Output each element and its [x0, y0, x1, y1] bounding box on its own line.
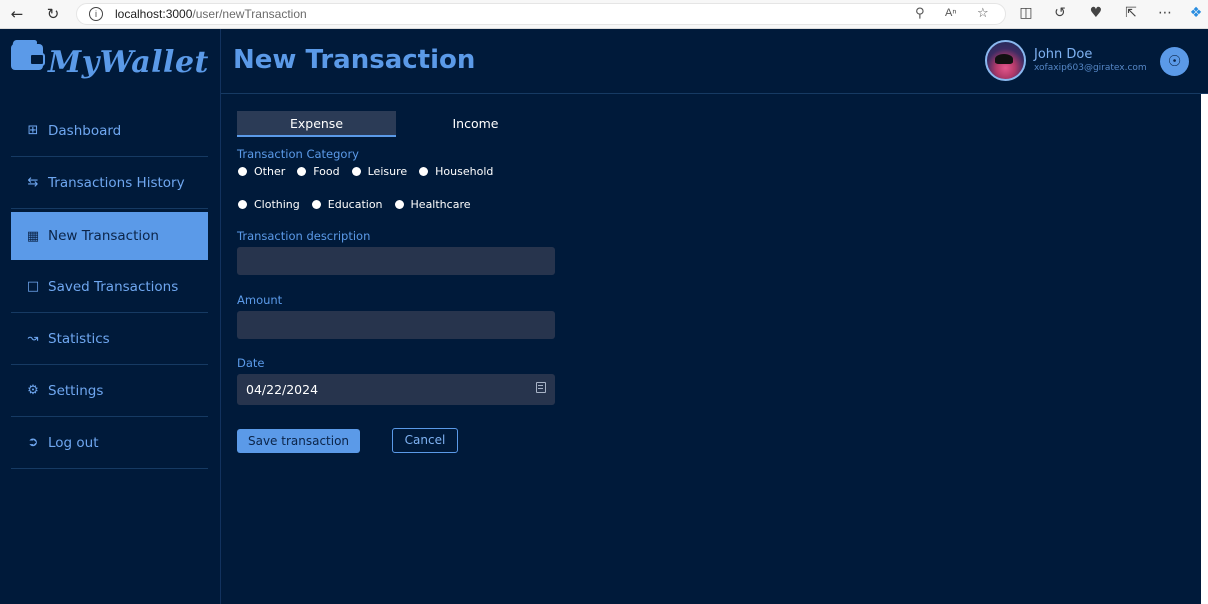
date-input[interactable]: 04/22/2024: [237, 374, 555, 405]
date-value: 04/22/2024: [246, 382, 319, 397]
arrows-exchange-icon: ⇆: [27, 175, 39, 190]
sidebar-item-statistics[interactable]: ↝ Statistics: [11, 313, 208, 365]
description-input[interactable]: [237, 247, 555, 275]
radio-leisure[interactable]: Leisure: [351, 165, 408, 178]
page-header: New Transaction John Doe xofaxip603@gira…: [221, 29, 1208, 94]
radio-education[interactable]: Education: [311, 198, 383, 211]
scrollbar[interactable]: [1201, 94, 1208, 604]
amount-input[interactable]: [237, 311, 555, 339]
radio-button[interactable]: [311, 200, 321, 209]
sidebar-item-label: Statistics: [48, 330, 110, 347]
radio-label: Household: [435, 165, 494, 178]
sidebar-item-logout[interactable]: ➲ Log out: [11, 417, 208, 469]
calendar-plus-icon: ▦: [26, 228, 40, 244]
wallet-icon: [11, 44, 45, 70]
share-icon[interactable]: ⇱: [1121, 5, 1141, 21]
radio-label: Education: [327, 198, 383, 211]
cancel-button[interactable]: Cancel: [392, 428, 458, 453]
avatar[interactable]: [985, 40, 1026, 81]
radio-label: Clothing: [254, 198, 300, 211]
bookmark-icon: □: [26, 279, 40, 294]
split-screen-icon[interactable]: ◫: [1016, 5, 1036, 21]
sidebar-item-transactions-history[interactable]: ⇆ Transactions History: [11, 157, 208, 209]
theme-toggle-button[interactable]: ☉: [1160, 47, 1189, 76]
amount-label: Amount: [237, 293, 283, 307]
category-radio-row: Clothing Education Healthcare: [238, 198, 483, 211]
radio-button[interactable]: [238, 200, 247, 209]
user-email: xofaxip603@giratex.com: [1034, 63, 1147, 73]
sidebar: MyWallet ⊞ Dashboard ⇆ Transactions Hist…: [0, 29, 221, 604]
read-aloud-icon[interactable]: Aⁿ: [945, 7, 956, 19]
copilot-icon[interactable]: ❖: [1186, 5, 1206, 21]
sidebar-item-label: Log out: [48, 434, 99, 451]
sidebar-item-label: Transactions History: [48, 174, 185, 191]
radio-button[interactable]: [238, 167, 247, 176]
browser-toolbar: ← ↻ i localhost:3000/user/newTransaction…: [0, 0, 1208, 29]
radio-household[interactable]: Household: [419, 165, 493, 178]
lightbulb-icon: ☉: [1167, 52, 1182, 70]
sidebar-item-saved-transactions[interactable]: □ Saved Transactions: [11, 261, 208, 313]
key-icon[interactable]: ⚲: [915, 6, 925, 21]
history-icon[interactable]: ↺: [1050, 5, 1070, 21]
date-label: Date: [237, 356, 265, 370]
page-title: New Transaction: [233, 45, 476, 75]
sidebar-item-dashboard[interactable]: ⊞ Dashboard: [11, 105, 208, 157]
tab-expense[interactable]: Expense: [237, 111, 396, 137]
radio-button[interactable]: [394, 200, 404, 209]
radio-button[interactable]: [419, 167, 429, 176]
url-text[interactable]: localhost:3000/user/newTransaction: [115, 7, 307, 21]
category-label: Transaction Category: [237, 147, 359, 161]
radio-label: Other: [254, 165, 286, 178]
sidebar-item-settings[interactable]: ⚙ Settings: [11, 365, 208, 417]
favorite-star-icon[interactable]: ☆: [977, 6, 989, 21]
logout-icon: ➲: [27, 435, 39, 450]
main-content: Expense Income Transaction Category Othe…: [221, 94, 1201, 604]
sidebar-item-new-transaction[interactable]: ▦ New Transaction: [11, 212, 208, 260]
radio-button[interactable]: [351, 167, 361, 176]
address-bar[interactable]: i localhost:3000/user/newTransaction ⚲ A…: [76, 3, 1006, 25]
logo-text: MyWallet: [48, 45, 209, 80]
sidebar-item-label: Settings: [48, 382, 104, 399]
tab-income[interactable]: Income: [396, 111, 555, 137]
url-host: localhost:3000: [115, 7, 193, 21]
radio-label: Food: [313, 165, 340, 178]
sidebar-item-label: Dashboard: [48, 122, 122, 139]
category-radio-row: Other Food Leisure Household: [238, 165, 505, 178]
radio-button[interactable]: [297, 167, 307, 176]
back-arrow-icon[interactable]: ←: [6, 4, 28, 24]
user-name: John Doe: [1034, 47, 1093, 62]
more-options-icon[interactable]: ⋯: [1155, 5, 1175, 21]
gear-icon: ⚙: [27, 383, 39, 398]
radio-food[interactable]: Food: [297, 165, 340, 178]
transaction-type-tabs: Expense Income: [237, 111, 556, 137]
radio-healthcare[interactable]: Healthcare: [394, 198, 471, 211]
sidebar-item-label: New Transaction: [48, 228, 159, 244]
radio-label: Healthcare: [410, 198, 471, 211]
url-path: /user/newTransaction: [192, 7, 307, 21]
sidebar-menu: ⊞ Dashboard ⇆ Transactions History ▦ New…: [11, 105, 208, 469]
extensions-icon[interactable]: ♥: [1086, 5, 1106, 21]
radio-other[interactable]: Other: [238, 165, 285, 178]
description-label: Transaction description: [237, 229, 371, 243]
save-transaction-button[interactable]: Save transaction: [237, 429, 360, 453]
calendar-icon[interactable]: [536, 382, 546, 393]
grid-icon: ⊞: [27, 123, 39, 138]
radio-clothing[interactable]: Clothing: [238, 198, 300, 211]
chart-line-icon: ↝: [27, 331, 39, 346]
sidebar-item-label: Saved Transactions: [48, 278, 179, 295]
info-icon[interactable]: i: [89, 7, 103, 21]
refresh-icon[interactable]: ↻: [42, 4, 64, 24]
radio-label: Leisure: [367, 165, 408, 178]
